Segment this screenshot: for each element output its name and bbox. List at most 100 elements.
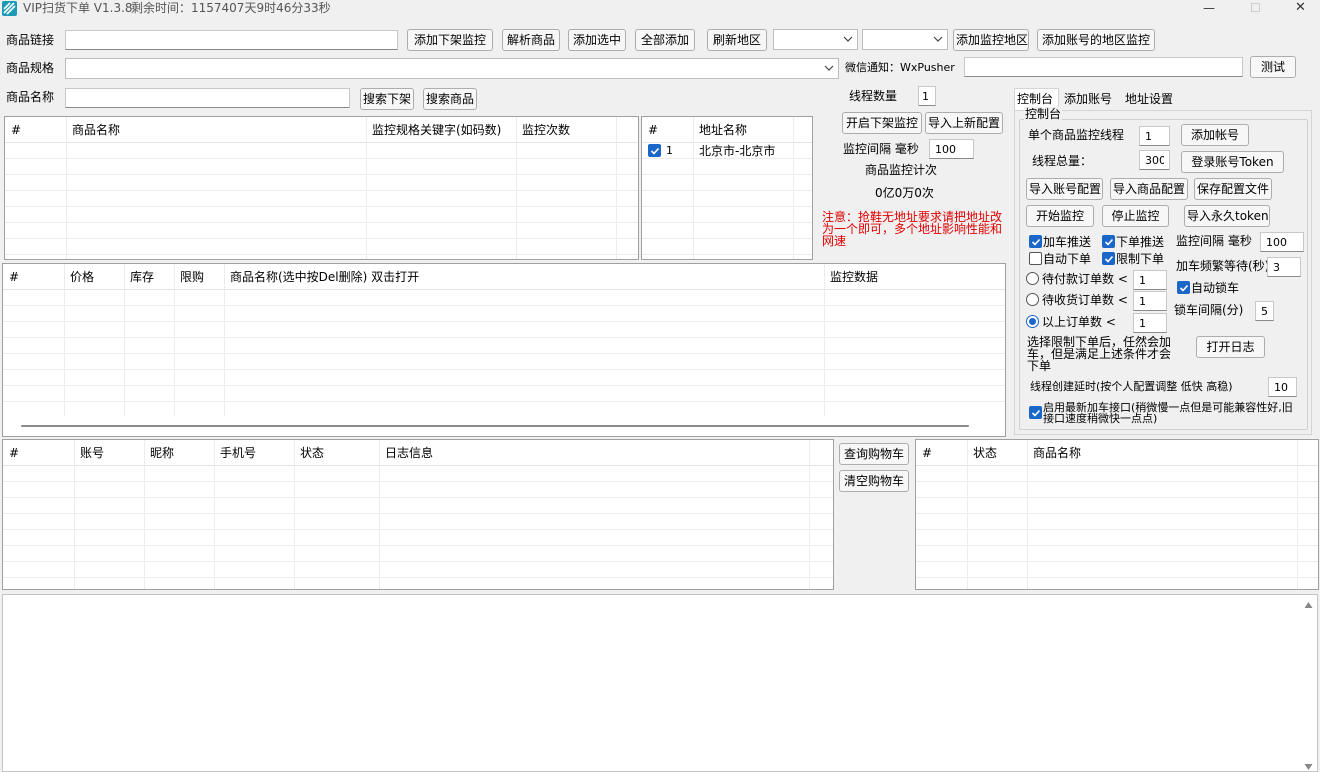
tab-add-account[interactable]: 添加账号 xyxy=(1060,90,1120,110)
column-header[interactable]: # xyxy=(3,264,19,290)
add-all-button[interactable]: 全部添加 xyxy=(635,29,695,51)
table-rows xyxy=(642,143,812,259)
stop-monitor-button[interactable]: 停止监控 xyxy=(1102,205,1169,227)
add-region-monitor-button[interactable]: 添加监控地区 xyxy=(953,29,1029,51)
region-select-1[interactable] xyxy=(773,29,858,50)
spec-select[interactable] xyxy=(65,58,839,79)
column-header[interactable]: 昵称 xyxy=(144,440,174,466)
save-config-button[interactable]: 保存配置文件 xyxy=(1194,178,1272,200)
order-push-checkbox[interactable] xyxy=(1102,235,1115,248)
above-orders-input[interactable] xyxy=(1133,313,1167,333)
refresh-region-button[interactable]: 刷新地区 xyxy=(707,29,767,51)
column-header[interactable]: 监控次数 xyxy=(516,117,570,143)
vertical-scrollbar[interactable] xyxy=(1300,595,1317,771)
scroll-up-arrow-icon[interactable] xyxy=(1304,601,1313,609)
add-account-button[interactable]: 添加帐号 xyxy=(1181,124,1249,146)
auto-order-checkbox[interactable] xyxy=(1029,252,1042,265)
lock-interval-input[interactable] xyxy=(1255,301,1274,321)
table-row[interactable]: 1 北京市-北京市 xyxy=(642,143,812,159)
search-product-button[interactable]: 搜索商品 xyxy=(423,88,477,110)
column-header[interactable]: 状态 xyxy=(967,440,997,466)
column-header[interactable]: 账号 xyxy=(74,440,104,466)
column-divider xyxy=(1027,440,1028,589)
add-selected-button[interactable]: 添加选中 xyxy=(568,29,626,51)
close-button[interactable]: ✕ xyxy=(1295,1,1306,15)
add-offline-monitor-button[interactable]: 添加下架监控 xyxy=(407,29,493,51)
cart-wait-input[interactable] xyxy=(1267,257,1301,277)
table-rows xyxy=(3,290,1005,416)
column-header[interactable]: 库存 xyxy=(124,264,154,290)
address-table[interactable]: # 地址名称 1 北京市-北京市 xyxy=(641,116,813,260)
account-table[interactable]: # 账号 昵称 手机号 状态 日志信息 xyxy=(2,439,834,590)
new-cart-api-checkbox[interactable] xyxy=(1029,406,1042,419)
login-token-button[interactable]: 登录账号Token xyxy=(1181,151,1284,173)
cart-wait-label: 加车频繁等待(秒) xyxy=(1176,259,1270,273)
unreceived-orders-radio[interactable] xyxy=(1026,293,1039,306)
column-divider xyxy=(294,440,295,589)
interval-input[interactable] xyxy=(929,139,974,159)
wechat-input[interactable] xyxy=(964,57,1243,77)
column-header[interactable]: 监控规格关键字(如码数) xyxy=(366,117,501,143)
cart-push-label: 加车推送 xyxy=(1043,235,1092,249)
monitor-table[interactable]: # 商品名称 监控规格关键字(如码数) 监控次数 xyxy=(4,116,639,260)
unreceived-orders-input[interactable] xyxy=(1133,291,1167,311)
import-permanent-token-button[interactable]: 导入永久token xyxy=(1184,205,1270,227)
order-push-label: 下单推送 xyxy=(1116,235,1165,249)
scrollbar-thumb[interactable] xyxy=(21,425,969,427)
column-header[interactable]: 监控数据 xyxy=(824,264,878,290)
auto-lock-checkbox[interactable] xyxy=(1177,281,1190,294)
import-product-config-button[interactable]: 导入商品配置 xyxy=(1110,178,1188,200)
test-button[interactable]: 测试 xyxy=(1250,56,1296,78)
console-panel: 控制台 单个商品监控线程 添加帐号 线程总量： 登录账号Token 导入账号配置… xyxy=(1014,107,1312,435)
column-header[interactable]: 商品名称(选中按Del删除) 双击打开 xyxy=(224,264,419,290)
column-header[interactable]: 地址名称 xyxy=(693,117,747,143)
column-header[interactable]: # xyxy=(3,440,19,466)
column-header[interactable]: 商品名称 xyxy=(66,117,120,143)
table-header: # 账号 昵称 手机号 状态 日志信息 xyxy=(3,440,833,466)
thread-count-input[interactable] xyxy=(918,86,936,106)
product-table[interactable]: # 价格 库存 限购 商品名称(选中按Del删除) 双击打开 监控数据 xyxy=(2,263,1006,437)
single-thread-input[interactable] xyxy=(1139,126,1170,146)
add-account-region-button[interactable]: 添加账号的地区监控 xyxy=(1037,29,1155,51)
tab-address-settings[interactable]: 地址设置 xyxy=(1122,90,1182,110)
column-header[interactable]: # xyxy=(642,117,658,143)
column-header[interactable]: 商品名称 xyxy=(1027,440,1081,466)
open-log-button[interactable]: 打开日志 xyxy=(1196,336,1265,358)
cart-table[interactable]: # 状态 商品名称 xyxy=(915,439,1319,590)
start-offline-monitor-button[interactable]: 开启下架监控 xyxy=(842,112,922,134)
new-cart-api-label: 启用最新加车接口(稍微慢一点但是可能兼容性好,旧接口速度稍微快一点点) xyxy=(1043,401,1293,425)
column-header[interactable]: # xyxy=(916,440,932,466)
column-header[interactable]: 价格 xyxy=(64,264,94,290)
horizontal-scrollbar[interactable] xyxy=(3,416,1005,436)
minimize-button[interactable]: — xyxy=(1203,1,1215,15)
link-input[interactable] xyxy=(65,30,398,50)
log-textarea[interactable] xyxy=(2,594,1318,772)
thread-delay-input[interactable] xyxy=(1268,377,1297,397)
column-divider xyxy=(224,264,225,416)
unpaid-orders-radio[interactable] xyxy=(1026,272,1039,285)
limit-order-checkbox[interactable] xyxy=(1102,252,1115,265)
column-header[interactable]: # xyxy=(5,117,21,143)
query-cart-button[interactable]: 查询购物车 xyxy=(839,443,909,465)
column-header[interactable]: 限购 xyxy=(174,264,204,290)
cart-push-checkbox[interactable] xyxy=(1029,235,1042,248)
region-select-2[interactable] xyxy=(862,29,948,50)
address-checkbox[interactable] xyxy=(648,144,661,157)
unpaid-orders-input[interactable] xyxy=(1133,270,1167,290)
scroll-down-arrow-icon[interactable] xyxy=(1304,763,1313,771)
clear-cart-button[interactable]: 清空购物车 xyxy=(839,470,909,492)
column-header[interactable]: 手机号 xyxy=(214,440,256,466)
search-offline-button[interactable]: 搜索下架 xyxy=(360,88,414,110)
column-header[interactable]: 状态 xyxy=(294,440,324,466)
maximize-button[interactable]: ☐ xyxy=(1250,1,1261,15)
parse-product-button[interactable]: 解析商品 xyxy=(502,29,560,51)
import-account-config-button[interactable]: 导入账号配置 xyxy=(1026,178,1103,200)
name-input[interactable] xyxy=(65,88,350,108)
column-header[interactable]: 日志信息 xyxy=(379,440,433,466)
start-monitor-button[interactable]: 开始监控 xyxy=(1026,205,1094,227)
above-orders-radio[interactable] xyxy=(1026,315,1039,328)
column-divider xyxy=(64,264,65,416)
total-thread-input[interactable] xyxy=(1139,150,1170,170)
monitor-interval-input[interactable] xyxy=(1260,232,1304,252)
import-new-config-button[interactable]: 导入上新配置 xyxy=(925,112,1003,134)
